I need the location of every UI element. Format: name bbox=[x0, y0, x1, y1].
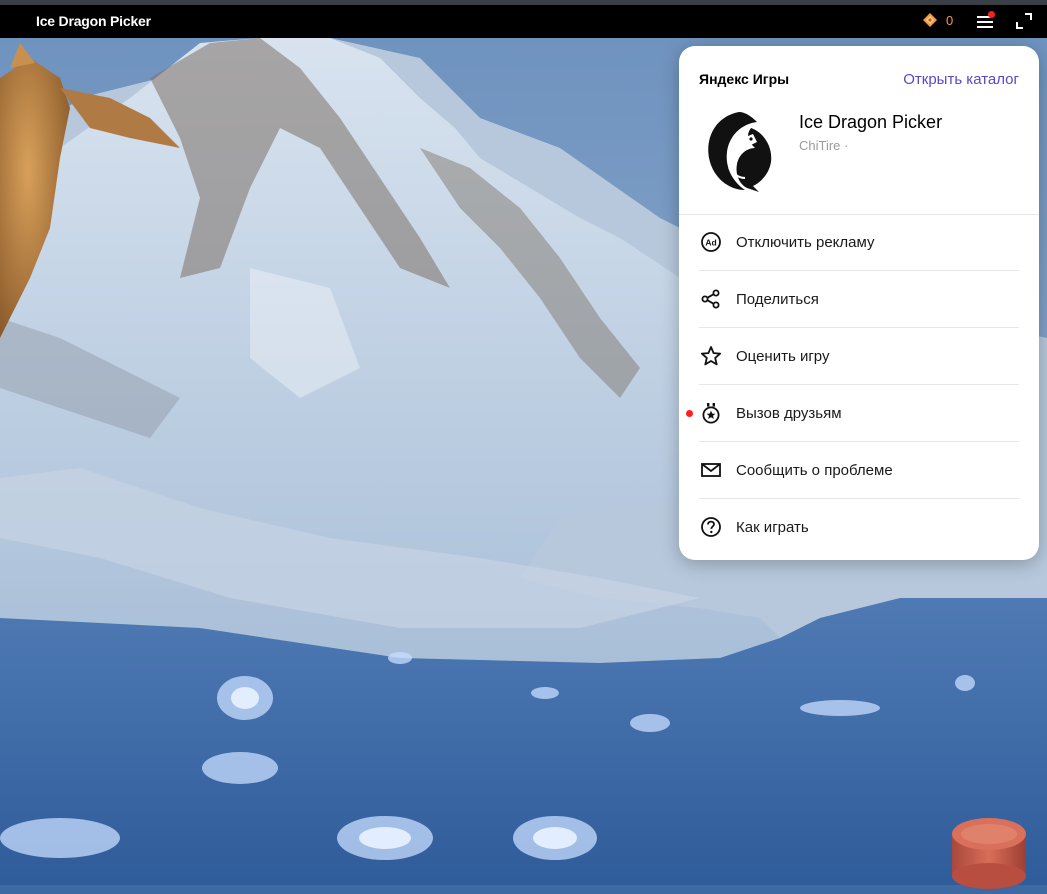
game-title: Ice Dragon Picker bbox=[36, 13, 151, 29]
developer-name[interactable]: ChiTire · bbox=[799, 138, 848, 153]
game-name: Ice Dragon Picker bbox=[799, 112, 943, 132]
menu-item-share[interactable]: Поделиться bbox=[699, 271, 1019, 328]
menu-item-label: Отключить рекламу bbox=[736, 233, 875, 251]
game-logo bbox=[708, 112, 772, 192]
menu-item-label: Поделиться bbox=[736, 290, 819, 308]
menu-item-rate-game[interactable]: Оценить игру bbox=[699, 328, 1019, 385]
popup-menu-list: Ad Отключить рекламу Поделиться Оценить … bbox=[686, 214, 1019, 555]
star-icon bbox=[700, 345, 722, 367]
platform-brand: Яндекс Игры bbox=[699, 71, 790, 87]
menu-item-challenge-friends[interactable]: Вызов друзьям bbox=[686, 385, 1019, 442]
mail-icon bbox=[700, 459, 722, 481]
fullscreen-icon bbox=[1016, 13, 1032, 29]
help-icon bbox=[700, 516, 722, 538]
menu-item-report-problem[interactable]: Сообщить о проблеме bbox=[699, 442, 1019, 499]
notification-dot bbox=[686, 410, 693, 417]
share-icon bbox=[700, 288, 722, 310]
menu-item-label: Сообщить о проблеме bbox=[736, 461, 893, 479]
red-action-button[interactable] bbox=[950, 814, 1028, 894]
menu-item-how-to-play[interactable]: Как играть bbox=[699, 499, 1019, 555]
svg-text:Ad: Ad bbox=[705, 238, 716, 248]
yan-coin-icon bbox=[923, 13, 937, 27]
top-bar: Ice Dragon Picker 0 bbox=[0, 0, 1047, 38]
game-menu-popup: Яндекс Игры Открыть каталог Ice Dragon P… bbox=[679, 46, 1039, 560]
menu-item-disable-ads[interactable]: Ad Отключить рекламу bbox=[699, 214, 1019, 271]
ad-off-icon: Ad bbox=[700, 231, 722, 253]
menu-item-label: Как играть bbox=[736, 518, 809, 536]
open-catalog-link[interactable]: Открыть каталог bbox=[903, 71, 1019, 88]
coin-count: 0 bbox=[946, 12, 954, 28]
fullscreen-button[interactable] bbox=[1016, 13, 1032, 29]
coin-balance[interactable]: 0 bbox=[922, 12, 953, 28]
challenge-medal-icon bbox=[700, 402, 722, 424]
notification-dot bbox=[988, 11, 995, 18]
menu-item-label: Оценить игру bbox=[736, 347, 830, 365]
menu-item-label: Вызов друзьям bbox=[736, 404, 842, 422]
menu-button[interactable] bbox=[976, 11, 996, 32]
